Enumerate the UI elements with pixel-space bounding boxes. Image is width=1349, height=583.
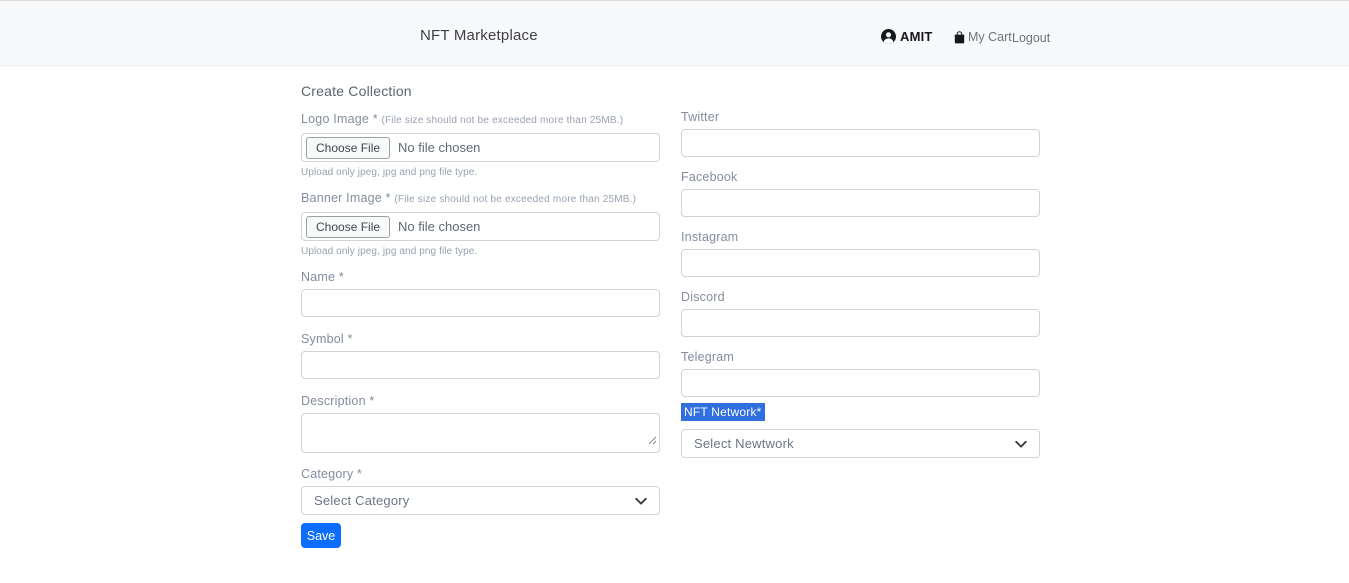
brand-title: NFT Marketplace <box>420 27 538 44</box>
logo-upload-note: Upload only jpeg, jpg and png file type. <box>301 167 660 178</box>
user-menu[interactable]: AMIT <box>881 29 933 44</box>
telegram-label: Telegram <box>681 349 1040 365</box>
logo-image-label: Logo Image * (File size should not be ex… <box>301 111 660 129</box>
logo-choose-file-button[interactable]: Choose File <box>306 137 390 159</box>
save-button[interactable]: Save <box>301 523 341 548</box>
category-label: Category * <box>301 466 660 482</box>
page-title: Create Collection <box>301 83 660 99</box>
banner-file-status: No file chosen <box>398 219 480 234</box>
symbol-label: Symbol * <box>301 331 660 347</box>
logo-file-status: No file chosen <box>398 140 480 155</box>
logout-link[interactable]: Logout <box>1012 31 1050 45</box>
telegram-field: Telegram <box>681 349 1040 397</box>
logo-file-input[interactable]: Choose File No file chosen <box>301 133 660 162</box>
chevron-down-icon <box>634 494 648 513</box>
instagram-input[interactable] <box>681 249 1040 277</box>
discord-label: Discord <box>681 289 1040 305</box>
discord-field: Discord <box>681 289 1040 337</box>
logo-image-hint: (File size should not be exceeded more t… <box>381 115 623 126</box>
name-input[interactable] <box>301 289 660 317</box>
chevron-down-icon <box>1014 437 1028 456</box>
nft-network-field: NFT Network* Select Newtwork <box>681 397 1040 458</box>
discord-input[interactable] <box>681 309 1040 337</box>
banner-image-label-text: Banner Image * <box>301 191 391 205</box>
category-select[interactable]: Select Category <box>301 486 660 515</box>
description-textarea[interactable] <box>301 413 660 453</box>
banner-file-input[interactable]: Choose File No file chosen <box>301 212 660 241</box>
banner-image-hint: (File size should not be exceeded more t… <box>394 194 636 205</box>
header: NFT Marketplace AMIT My Ca <box>0 1 1349 66</box>
category-select-value: Select Category <box>314 493 410 508</box>
description-field: Description * <box>301 393 660 453</box>
facebook-field: Facebook <box>681 169 1040 217</box>
banner-upload-note: Upload only jpeg, jpg and png file type. <box>301 246 660 257</box>
person-circle-icon <box>881 29 896 44</box>
name-label: Name * <box>301 269 660 285</box>
twitter-field: Twitter <box>681 109 1040 157</box>
logo-image-field: Logo Image * (File size should not be ex… <box>301 111 660 178</box>
my-cart-link[interactable]: My Cart <box>953 30 1012 44</box>
nft-network-label: NFT Network* <box>681 403 765 421</box>
form-right-column: Twitter Facebook Instagram Discord Teleg… <box>681 109 1040 458</box>
nft-network-select[interactable]: Select Newtwork <box>681 429 1040 458</box>
facebook-label: Facebook <box>681 169 1040 185</box>
banner-image-label: Banner Image * (File size should not be … <box>301 190 660 208</box>
shopping-bag-icon <box>953 31 966 44</box>
banner-image-field: Banner Image * (File size should not be … <box>301 190 660 257</box>
create-collection-page: NFT Marketplace AMIT My Ca <box>0 0 1349 583</box>
my-cart-label: My Cart <box>968 30 1012 44</box>
twitter-label: Twitter <box>681 109 1040 125</box>
logo-image-label-text: Logo Image * <box>301 112 378 126</box>
name-field: Name * <box>301 269 660 317</box>
instagram-field: Instagram <box>681 229 1040 277</box>
category-field: Category * Select Category <box>301 466 660 515</box>
facebook-input[interactable] <box>681 189 1040 217</box>
twitter-input[interactable] <box>681 129 1040 157</box>
telegram-input[interactable] <box>681 369 1040 397</box>
form-left-column: Create Collection Logo Image * (File siz… <box>301 83 660 548</box>
symbol-field: Symbol * <box>301 331 660 379</box>
symbol-input[interactable] <box>301 351 660 379</box>
nft-network-select-value: Select Newtwork <box>694 436 794 451</box>
username: AMIT <box>900 29 933 44</box>
description-label: Description * <box>301 393 660 409</box>
instagram-label: Instagram <box>681 229 1040 245</box>
banner-choose-file-button[interactable]: Choose File <box>306 216 390 238</box>
